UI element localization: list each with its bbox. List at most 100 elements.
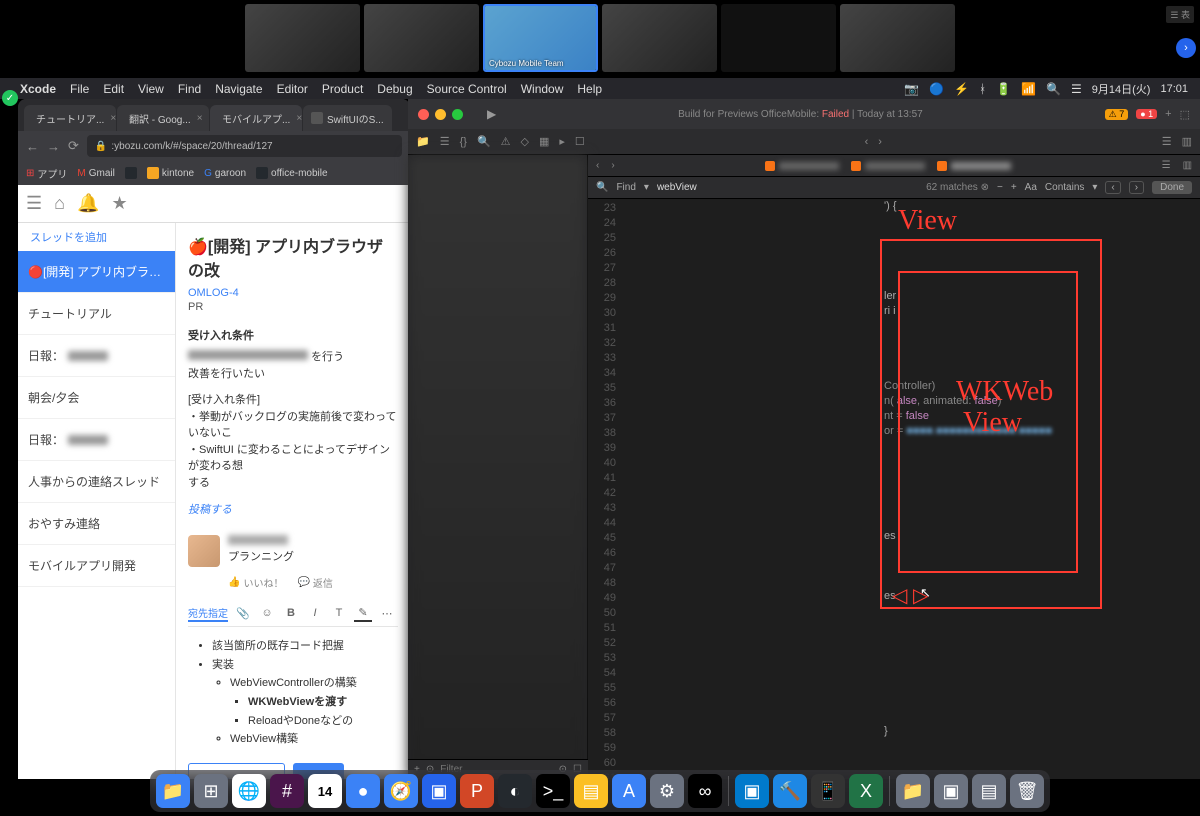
sidebar-item-dev-browser[interactable]: 🔴[開発] アプリ内ブラ… <box>18 251 175 293</box>
add-icon[interactable]: + <box>1165 108 1171 120</box>
dock-trash[interactable]: 🗑 <box>1010 774 1044 808</box>
bluetooth-icon[interactable]: ᚼ <box>979 82 986 96</box>
dock-appstore[interactable]: A <box>612 774 646 808</box>
search-icon[interactable]: 🔍 <box>1046 82 1061 96</box>
dock-chrome[interactable]: 🌐 <box>232 774 266 808</box>
camera-icon[interactable]: 📷 <box>904 82 919 96</box>
control-center-icon[interactable]: ☰ <box>1071 82 1082 96</box>
menu-edit[interactable]: Edit <box>103 82 124 96</box>
nav-search-icon[interactable]: 🔍 <box>477 135 491 148</box>
bookmark-garoon[interactable]: Ggaroon <box>204 168 246 179</box>
dock-safari[interactable]: 🧭 <box>384 774 418 808</box>
menu-file[interactable]: File <box>70 82 89 96</box>
dock-folder2[interactable]: ▣ <box>934 774 968 808</box>
video-tile-4[interactable] <box>602 4 717 72</box>
dock-zoom[interactable]: ▣ <box>422 774 456 808</box>
chrome-tab-1[interactable]: チュートリア...× <box>24 105 116 131</box>
dock-folder1[interactable]: 📁 <box>896 774 930 808</box>
video-next-button[interactable]: › <box>1176 38 1196 58</box>
editor-options-icon[interactable]: ☰ <box>1162 135 1172 148</box>
video-tile-2[interactable] <box>364 4 479 72</box>
bookmark-github[interactable] <box>125 167 137 179</box>
maximize-button[interactable] <box>452 109 463 120</box>
nav-symbol-icon[interactable]: {} <box>460 136 467 148</box>
sidebar-item-report1[interactable]: 日報： <box>18 335 175 377</box>
pencil-tool[interactable]: ✎ <box>354 604 372 622</box>
dock-calendar[interactable]: 14 <box>308 774 342 808</box>
xcode-navigator[interactable]: + ⊙ ⊙ ☐ <box>408 155 588 779</box>
find-minus[interactable]: − <box>997 182 1003 193</box>
sidebar-item-meeting[interactable]: 朝会/夕会 <box>18 377 175 419</box>
app-name[interactable]: Xcode <box>20 82 56 96</box>
bookmark-office-mobile[interactable]: office-mobile <box>256 167 328 179</box>
reply-button[interactable]: 💬 返信 <box>297 575 332 590</box>
chrome-tab-4[interactable]: SwiftUIのS... <box>303 105 392 131</box>
dock-finder[interactable]: 📁 <box>156 774 190 808</box>
find-next[interactable]: › <box>1129 181 1144 194</box>
minimize-button[interactable] <box>435 109 446 120</box>
menu-source-control[interactable]: Source Control <box>427 82 507 96</box>
dock-launchpad[interactable]: ⊞ <box>194 774 228 808</box>
dock-terminal[interactable]: >_ <box>536 774 570 808</box>
editor-layout-icon-1[interactable]: ☰ <box>1162 160 1171 171</box>
split-icon[interactable]: ▥ <box>1182 135 1192 148</box>
dock-github[interactable]: ◐ <box>498 774 532 808</box>
reload-button[interactable]: ⟳ <box>68 138 79 154</box>
video-tile-1[interactable] <box>245 4 360 72</box>
dock-powerpoint[interactable]: P <box>460 774 494 808</box>
like-button[interactable]: 👍 いいね！ <box>228 575 283 590</box>
tab-nav-forward[interactable]: › <box>611 160 614 171</box>
battery-icon[interactable]: 🔋 <box>996 82 1011 96</box>
bell-icon[interactable]: 🔔 <box>77 193 99 214</box>
sidebar-item-hr[interactable]: 人事からの連絡スレッド <box>18 461 175 503</box>
menu-navigate[interactable]: Navigate <box>215 82 262 96</box>
video-tile-3[interactable]: Cybozu Mobile Team <box>483 4 598 72</box>
mention-tool[interactable]: 宛先指定 <box>188 604 228 622</box>
dock-excel[interactable]: X <box>849 774 883 808</box>
chrome-tab-2[interactable]: 翻訳 - Goog...× <box>117 105 209 131</box>
sidebar-item-vacation[interactable]: おやすみ連絡 <box>18 503 175 545</box>
editor-tab-3[interactable] <box>937 161 1011 171</box>
menu-window[interactable]: Window <box>521 82 564 96</box>
menu-product[interactable]: Product <box>322 82 363 96</box>
nav-folder-icon[interactable]: 📁 <box>416 135 430 148</box>
menu-find[interactable]: Find <box>178 82 201 96</box>
task-list[interactable]: 該当箇所の既存コード把握 実装 WebViewControllerの構築 WKW… <box>188 637 398 749</box>
add-thread-link[interactable]: スレッドを追加 <box>18 223 175 251</box>
italic-tool[interactable]: I <box>306 604 324 622</box>
find-done-button[interactable]: Done <box>1152 181 1192 194</box>
forward-button[interactable]: → <box>47 139 60 154</box>
nav-test-icon[interactable]: ◇ <box>521 135 529 148</box>
editor-tab-2[interactable] <box>851 161 925 171</box>
run-button[interactable]: ▶ <box>487 107 496 121</box>
nav-debug-icon[interactable]: ▦ <box>539 135 549 148</box>
bookmark-apps[interactable]: ⊞アプリ <box>26 166 67 181</box>
star-icon[interactable]: ★ <box>111 193 127 214</box>
menu-help[interactable]: Help <box>577 82 602 96</box>
dock-folder3[interactable]: ▤ <box>972 774 1006 808</box>
close-icon[interactable]: × <box>296 113 302 124</box>
zoom-status-icon[interactable]: 🔵 <box>929 82 944 96</box>
find-arrow2-icon[interactable]: ▾ <box>1092 182 1097 193</box>
ticket-link[interactable]: OMLOG-4 <box>188 287 398 299</box>
dock-cybozu[interactable]: ∞ <box>688 774 722 808</box>
more-tool[interactable]: ⋯ <box>378 604 396 622</box>
sidebar-item-tutorial[interactable]: チュートリアル <box>18 293 175 335</box>
menubar-time[interactable]: 17:01 <box>1160 83 1188 95</box>
bold-tool[interactable]: B <box>282 604 300 622</box>
dock-notes[interactable]: ▤ <box>574 774 608 808</box>
find-arrow-icon[interactable]: ▾ <box>644 182 649 193</box>
close-window-button[interactable] <box>418 109 429 120</box>
dock-app1[interactable]: ● <box>346 774 380 808</box>
nav-report-icon[interactable]: ☐ <box>575 135 585 148</box>
bookmark-gmail[interactable]: MGmail <box>77 168 114 179</box>
nav-breakpoint-icon[interactable]: ▸ <box>559 135 565 148</box>
dock-settings[interactable]: ⚙ <box>650 774 684 808</box>
video-tile-6[interactable] <box>840 4 955 72</box>
address-bar[interactable]: 🔒:ybozu.com/k/#/space/20/thread/127 <box>87 135 402 157</box>
video-tile-5[interactable] <box>721 4 836 72</box>
menubar-date[interactable]: 9月14日(火) <box>1092 81 1151 97</box>
menu-icon[interactable]: ☰ <box>26 193 42 214</box>
chrome-tab-3[interactable]: モバイルアプ...× <box>210 105 302 131</box>
sidebar-item-mobile-dev[interactable]: モバイルアプリ開発 <box>18 545 175 587</box>
